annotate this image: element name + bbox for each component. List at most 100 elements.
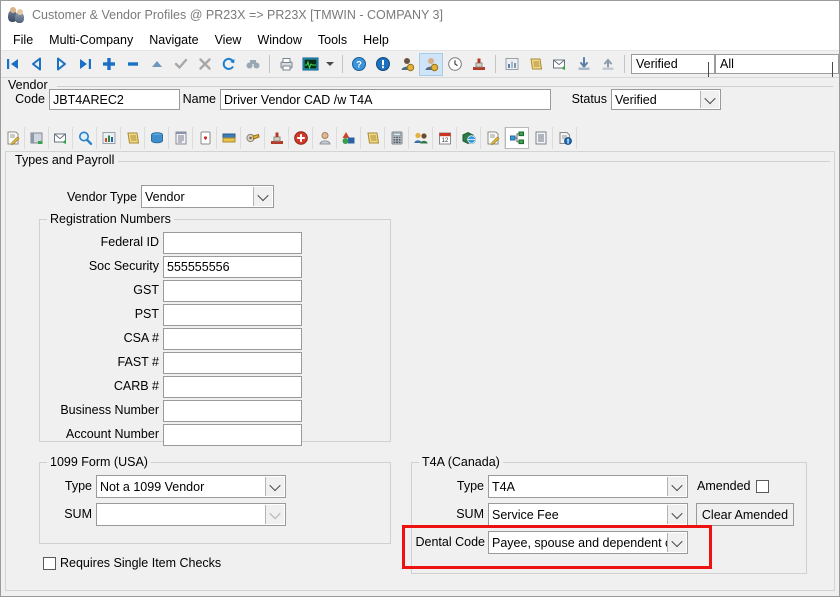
chevron-down-icon[interactable] <box>265 477 284 496</box>
menu-navigate[interactable]: Navigate <box>141 31 206 49</box>
contact-icon[interactable] <box>313 127 337 149</box>
amended-row[interactable]: Amended <box>697 479 769 493</box>
toolbar-separator <box>624 55 625 73</box>
clear-amended-button[interactable]: Clear Amended <box>696 503 794 526</box>
accept-check-icon[interactable] <box>169 53 193 76</box>
vendor-profile-icon[interactable] <box>419 53 443 76</box>
menu-window[interactable]: Window <box>249 31 309 49</box>
delete-record-icon[interactable] <box>121 53 145 76</box>
t4a-sum-combo[interactable]: Service Fee <box>488 503 688 526</box>
chevron-down-icon[interactable] <box>700 91 719 108</box>
toolbar-separator <box>495 55 496 73</box>
send-mail-icon[interactable] <box>49 127 73 149</box>
business-number-input[interactable] <box>163 400 302 422</box>
list-document-icon[interactable] <box>529 127 553 149</box>
export-icon[interactable] <box>596 53 620 76</box>
notes-icon[interactable] <box>524 53 548 76</box>
up-arrow-icon[interactable] <box>145 53 169 76</box>
csa-input[interactable] <box>163 328 302 350</box>
first-record-icon[interactable] <box>1 53 25 76</box>
dental-code-combo[interactable]: Payee, spouse and dependent chi <box>488 531 688 554</box>
calendar-icon[interactable]: 12 <box>433 127 457 149</box>
t4a-type-label: Type <box>442 479 484 493</box>
edit-note-icon[interactable] <box>1 127 25 149</box>
name-input[interactable]: Driver Vendor CAD /w T4A <box>220 89 551 110</box>
globe-box-icon[interactable] <box>457 127 481 149</box>
federal-id-input[interactable] <box>163 232 302 254</box>
requires-single-item-checks-checkbox[interactable] <box>43 557 56 570</box>
form-1099-type-value: Not a 1099 Vendor <box>100 480 204 494</box>
status-combo[interactable]: Verified <box>611 89 721 110</box>
next-record-icon[interactable] <box>49 53 73 76</box>
magnifier-icon[interactable] <box>73 127 97 149</box>
monitor-icon[interactable] <box>298 53 322 76</box>
print-icon[interactable] <box>274 53 298 76</box>
carb-input[interactable] <box>163 376 302 398</box>
form-1099-sum-label: SUM <box>50 507 92 521</box>
vendor-group-label: Vendor <box>5 78 51 92</box>
binoculars-search-icon[interactable] <box>241 53 265 76</box>
soc-security-input[interactable]: 555555556 <box>163 256 302 278</box>
chart-icon[interactable] <box>500 53 524 76</box>
form-1099-type-combo[interactable]: Not a 1099 Vendor <box>96 475 286 498</box>
menu-tools[interactable]: Tools <box>310 31 355 49</box>
import-icon[interactable] <box>572 53 596 76</box>
amended-checkbox[interactable] <box>756 480 769 493</box>
t4a-type-combo[interactable]: T4A <box>488 475 688 498</box>
add-record-icon[interactable] <box>97 53 121 76</box>
info-icon[interactable] <box>371 53 395 76</box>
requires-single-item-checks-row[interactable]: Requires Single Item Checks <box>43 556 221 570</box>
chevron-down-icon[interactable] <box>667 505 686 524</box>
hierarchy-icon[interactable] <box>505 127 529 149</box>
status-filter-value: Verified <box>636 57 678 71</box>
tag-icon[interactable] <box>241 127 265 149</box>
previous-record-icon[interactable] <box>25 53 49 76</box>
address-book-icon[interactable] <box>25 127 49 149</box>
notes-yellow-icon[interactable] <box>361 127 385 149</box>
tab-types-and-payroll[interactable]: Types and Payroll <box>12 153 117 167</box>
customer-profile-icon[interactable] <box>395 53 419 76</box>
account-number-input[interactable] <box>163 424 302 446</box>
form-1099-sum-combo[interactable] <box>96 503 286 526</box>
stamp-icon[interactable] <box>467 53 491 76</box>
vendor-header-group: Vendor Code JBT4AREC2 Name Driver Vendor… <box>1 78 839 123</box>
notes-icon[interactable] <box>121 127 145 149</box>
credit-card-icon[interactable] <box>217 127 241 149</box>
group-divider <box>118 161 830 162</box>
gst-input[interactable] <box>163 280 302 302</box>
vendor-type-combo[interactable]: Vendor <box>141 185 274 208</box>
status-filter-combo[interactable]: Verified <box>631 54 715 74</box>
scope-filter-combo[interactable]: All <box>715 54 839 74</box>
bar-chart-icon[interactable] <box>97 127 121 149</box>
menu-multi-company[interactable]: Multi-Company <box>41 31 141 49</box>
title-bar: Customer & Vendor Profiles @ PR23X => PR… <box>1 1 839 29</box>
chevron-down-icon[interactable] <box>253 187 272 206</box>
chevron-down-icon[interactable] <box>667 533 686 552</box>
cancel-x-icon[interactable] <box>193 53 217 76</box>
clock-history-icon[interactable] <box>443 53 467 76</box>
chevron-down-icon[interactable] <box>667 477 686 496</box>
last-record-icon[interactable] <box>73 53 97 76</box>
refresh-icon[interactable] <box>217 53 241 76</box>
send-mail-icon[interactable] <box>548 53 572 76</box>
menu-file[interactable]: File <box>5 31 41 49</box>
playing-card-icon[interactable] <box>193 127 217 149</box>
shapes-icon[interactable] <box>337 127 361 149</box>
toolbar-separator <box>342 55 343 73</box>
dropdown-arrow-icon[interactable] <box>322 53 338 76</box>
people-group-icon[interactable] <box>409 127 433 149</box>
t4a-sum-value: Service Fee <box>492 508 559 522</box>
menu-view[interactable]: View <box>207 31 250 49</box>
info-lock-icon[interactable] <box>553 127 577 149</box>
inbox-icon[interactable] <box>145 127 169 149</box>
help-question-icon[interactable]: ? <box>347 53 371 76</box>
chevron-down-icon[interactable] <box>265 505 284 524</box>
stamp-icon[interactable] <box>265 127 289 149</box>
menu-help[interactable]: Help <box>355 31 397 49</box>
pst-input[interactable] <box>163 304 302 326</box>
edit-document-icon[interactable] <box>481 127 505 149</box>
fast-input[interactable] <box>163 352 302 374</box>
document-list-icon[interactable] <box>169 127 193 149</box>
add-red-icon[interactable] <box>289 127 313 149</box>
calculator-icon[interactable] <box>385 127 409 149</box>
